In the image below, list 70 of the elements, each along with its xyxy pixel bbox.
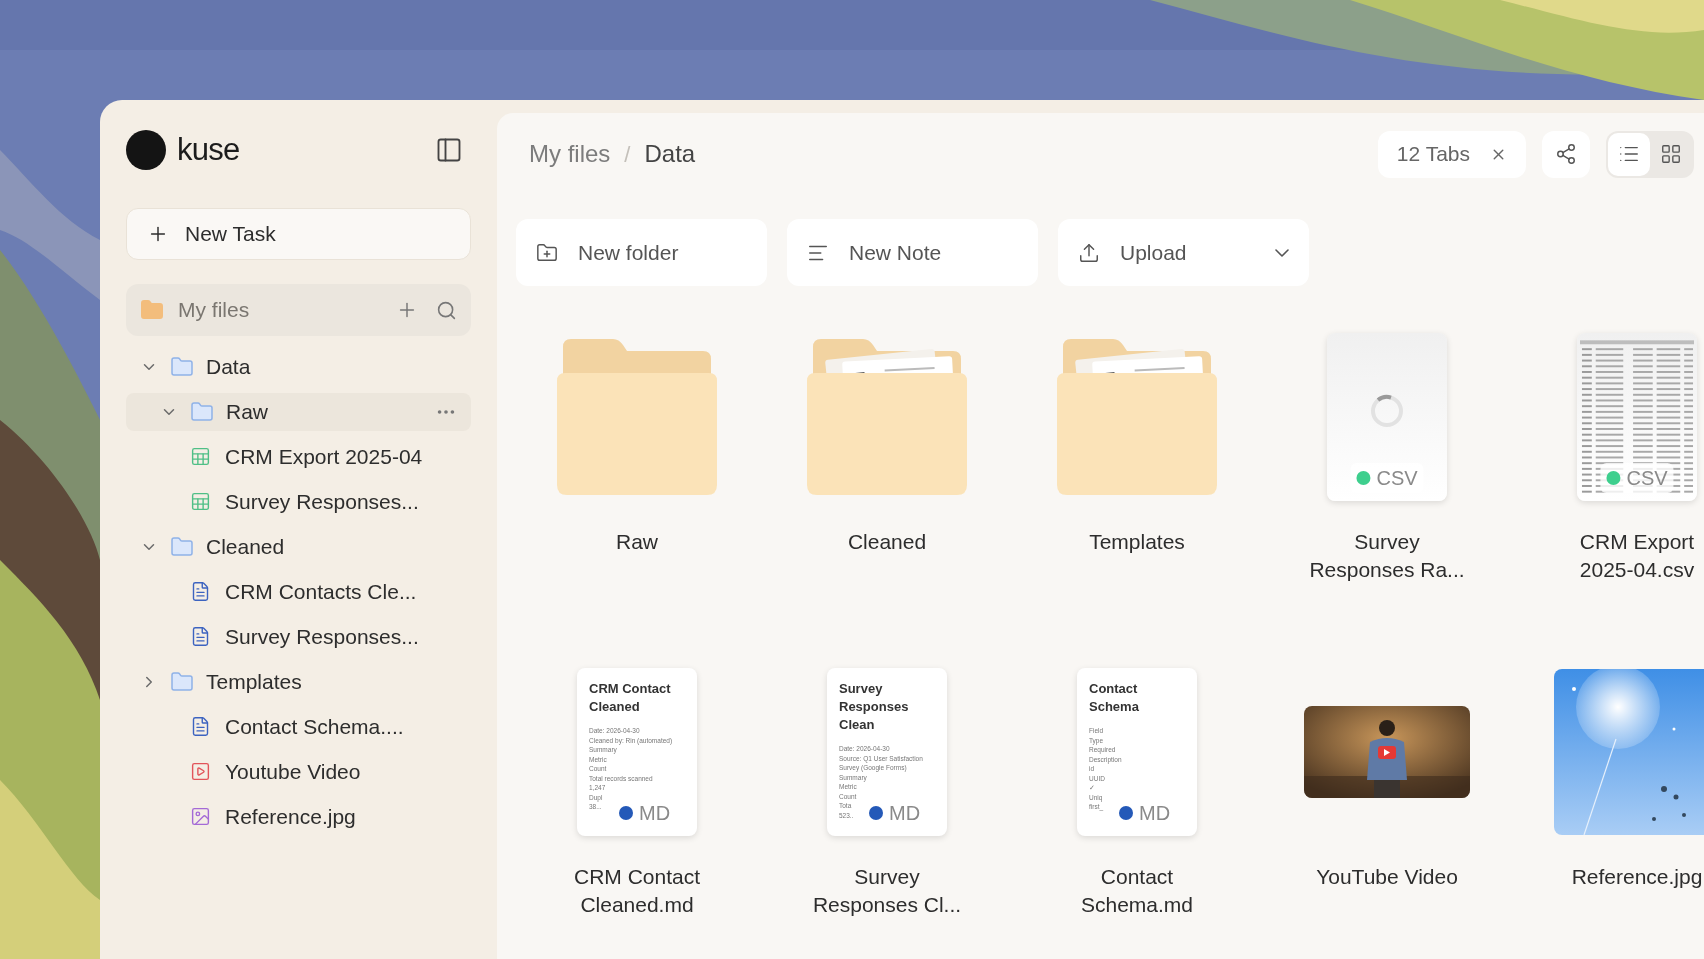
- file-name[interactable]: CRM Export 2025-04.csv: [1557, 528, 1704, 584]
- folder-icon: [140, 298, 164, 322]
- share-button[interactable]: [1542, 130, 1590, 178]
- note-title: CRM Contact Cleaned: [589, 680, 672, 716]
- folder-row[interactable]: Data: [126, 347, 471, 386]
- logo-text: kuse: [177, 130, 240, 169]
- breadcrumb-item[interactable]: Data: [644, 136, 696, 172]
- sidebar-toggle-icon[interactable]: [435, 136, 463, 164]
- file-row[interactable]: Youtube Video: [126, 752, 471, 791]
- file-name: Youtube Video: [225, 758, 361, 785]
- file-name[interactable]: Templates: [1057, 528, 1217, 556]
- file-name[interactable]: Survey Responses Ra...: [1307, 528, 1467, 584]
- folder-name: Data: [206, 353, 251, 380]
- folder-plus-icon: [536, 241, 558, 264]
- file-type-badge: CSV: [1600, 463, 1674, 493]
- file-row[interactable]: Survey Responses...: [126, 617, 471, 656]
- grid-icon: [1660, 143, 1682, 165]
- chevron-down-icon: [1275, 248, 1289, 257]
- folder-name: Raw: [226, 398, 268, 425]
- my-files-label: My files: [178, 297, 250, 324]
- new-task-button[interactable]: New Task: [126, 208, 471, 260]
- file-name[interactable]: Survey Responses Cl...: [807, 863, 967, 919]
- upload-button[interactable]: Upload: [1058, 219, 1309, 286]
- file-row[interactable]: Survey Responses...: [126, 482, 471, 521]
- file-name[interactable]: YouTube Video: [1307, 863, 1467, 891]
- list-view-button[interactable]: [1608, 132, 1650, 176]
- file-row[interactable]: Reference.jpg: [126, 797, 471, 836]
- play-button-icon[interactable]: [1378, 746, 1396, 759]
- my-files-header[interactable]: My files: [126, 284, 471, 336]
- upload-icon: [1078, 241, 1100, 264]
- file-name: Reference.jpg: [225, 803, 356, 830]
- sheet-icon: [190, 446, 211, 467]
- new-item-button[interactable]: New folder: [516, 219, 767, 286]
- file-row[interactable]: CRM Export 2025-04: [126, 437, 471, 476]
- share-icon: [1555, 143, 1577, 165]
- file-name[interactable]: Cleaned: [807, 528, 967, 556]
- breadcrumb-item[interactable]: My files: [529, 136, 611, 172]
- folder-name: Cleaned: [206, 533, 285, 560]
- folder-row[interactable]: Templates: [126, 662, 471, 701]
- folder-icon: [190, 399, 214, 424]
- folder-icon: [170, 669, 194, 694]
- search-icon[interactable]: [436, 299, 457, 321]
- folder-icon: [170, 534, 194, 559]
- breadcrumb-separator: /: [624, 140, 631, 169]
- note-title: Survey Responses Clean: [839, 680, 910, 734]
- file-name: Survey Responses...: [225, 623, 419, 650]
- file-name[interactable]: Contact Schema.md: [1057, 863, 1217, 919]
- file-name[interactable]: Raw: [557, 528, 717, 556]
- folder-name: Templates: [206, 668, 302, 695]
- file-name: Survey Responses...: [225, 488, 419, 515]
- file-name: CRM Contacts Cle...: [225, 578, 417, 605]
- folder-row[interactable]: Raw: [126, 392, 471, 431]
- note-title: Contact Schema: [1089, 680, 1140, 716]
- image-icon: [190, 806, 211, 827]
- document-icon: [190, 716, 211, 737]
- file-row[interactable]: Contact Schema....: [126, 707, 471, 746]
- file-name: CRM Export 2025-04: [225, 443, 423, 470]
- file-name[interactable]: Reference.jpg: [1557, 863, 1704, 891]
- folder-icon: [170, 354, 194, 379]
- document-icon: [190, 581, 211, 602]
- tabs-button[interactable]: 12 Tabs: [1377, 130, 1526, 178]
- new-item-button[interactable]: New Note: [787, 219, 1038, 286]
- sheet-icon: [190, 491, 211, 512]
- logo-icon: [126, 130, 166, 170]
- file-row[interactable]: CRM Contacts Cle...: [126, 572, 471, 611]
- file-name: Contact Schema....: [225, 713, 404, 740]
- folder-row[interactable]: Cleaned: [126, 527, 471, 566]
- play-icon: [190, 761, 211, 782]
- file-name[interactable]: CRM Contact Cleaned.md: [557, 863, 717, 919]
- document-icon: [190, 626, 211, 647]
